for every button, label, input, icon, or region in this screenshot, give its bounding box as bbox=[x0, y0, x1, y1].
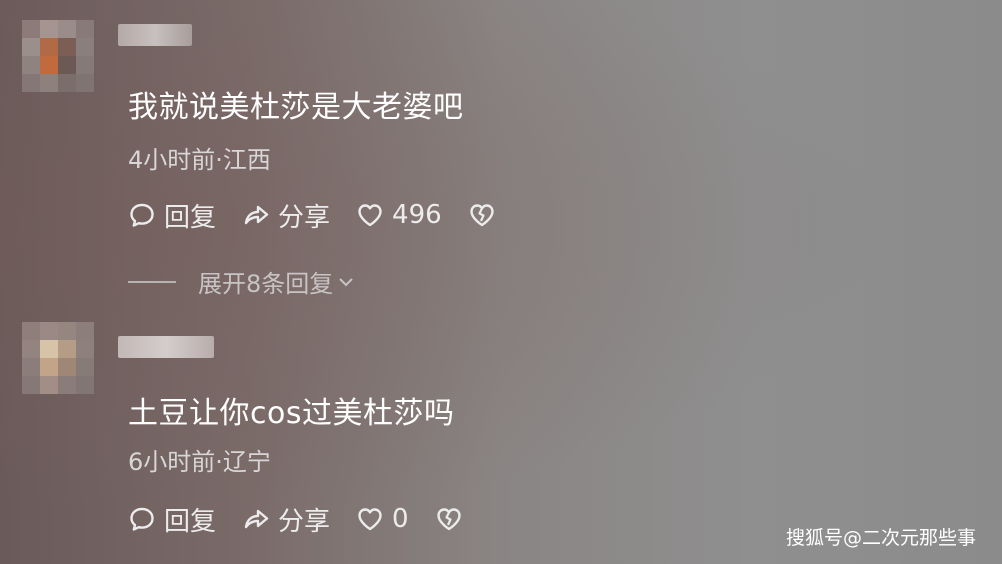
username-blurred[interactable] bbox=[118, 336, 214, 358]
expand-divider bbox=[128, 280, 176, 283]
comment-text: 我就说美杜莎是大老婆吧 bbox=[128, 90, 464, 125]
reply-label: 回复 bbox=[164, 202, 217, 233]
like-button[interactable]: 496 bbox=[356, 200, 442, 230]
share-arrow-icon bbox=[244, 509, 269, 529]
share-label: 分享 bbox=[278, 202, 331, 233]
like-count: 0 bbox=[392, 504, 409, 534]
watermark: 搜狐号@二次元那些事 bbox=[785, 527, 976, 549]
heart-icon bbox=[358, 204, 382, 227]
dislike-button[interactable] bbox=[435, 505, 463, 533]
comment-bubble-icon bbox=[130, 507, 154, 531]
expand-replies-button[interactable]: 展开8条回复 bbox=[128, 264, 355, 299]
comment-actions: 回复 分享 0 bbox=[128, 501, 489, 538]
avatar[interactable] bbox=[22, 20, 96, 94]
dislike-button[interactable] bbox=[468, 201, 496, 229]
comment-actions: 回复 分享 496 bbox=[128, 197, 522, 234]
like-button[interactable]: 0 bbox=[356, 504, 409, 534]
reply-button[interactable]: 回复 bbox=[128, 197, 216, 234]
broken-heart-icon bbox=[469, 204, 494, 227]
chevron-down-icon bbox=[339, 277, 353, 286]
comment-time-location: 4小时前·江西 bbox=[128, 146, 271, 174]
reply-button[interactable]: 回复 bbox=[128, 501, 216, 538]
share-label: 分享 bbox=[278, 506, 331, 537]
share-arrow-icon bbox=[244, 205, 269, 225]
broken-heart-icon bbox=[436, 508, 461, 531]
heart-icon bbox=[358, 508, 382, 531]
expand-replies-label: 展开8条回复 bbox=[198, 270, 334, 298]
share-button[interactable]: 分享 bbox=[242, 197, 330, 234]
share-button[interactable]: 分享 bbox=[242, 501, 330, 538]
comment-text: 土豆让你cos过美杜莎吗 bbox=[128, 396, 455, 431]
username-blurred[interactable] bbox=[118, 24, 192, 46]
like-count: 496 bbox=[392, 200, 442, 230]
comment-bubble-icon bbox=[130, 203, 154, 227]
comment-time-location: 6小时前·辽宁 bbox=[128, 448, 271, 476]
avatar[interactable] bbox=[22, 322, 96, 396]
reply-label: 回复 bbox=[164, 506, 217, 537]
